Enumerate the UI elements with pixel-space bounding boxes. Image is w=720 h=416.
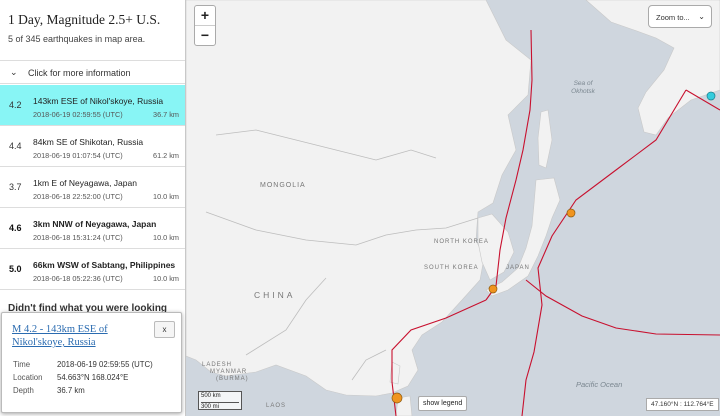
land-asia [186,0,532,397]
label-mongolia: MONGOLIA [260,182,306,189]
eq-depth: 10.0 km [153,274,179,283]
land-sakhalin [537,109,553,169]
more-info-label: Click for more information [28,68,131,78]
show-legend-button[interactable]: show legend [418,396,468,411]
feed-title: 1 Day, Magnitude 2.5+ U.S. [8,12,161,27]
feed-count: 5 of 345 earthquakes in map area. [8,34,146,44]
zoom-out-button[interactable]: − [195,26,215,46]
eq-time: 2018-06-18 22:52:00 (UTC) [33,192,123,201]
label-japan: JAPAN [506,265,530,271]
eq-place: 3km NNW of Neyagawa, Japan [33,219,157,229]
quake-marker-sabtang [391,392,403,404]
quake-marker-shikotan [566,208,576,218]
popup-time-label: Time [13,360,31,369]
chevron-down-icon: ⌄ [10,67,18,77]
eq-place: 1km E of Neyagawa, Japan [33,178,137,188]
popup-depth-label: Depth [13,386,34,395]
eq-place: 66km WSW of Sabtang, Philippines [33,260,176,270]
earthquake-popup: M 4.2 - 143km ESE of Nikol'skoye, Russia… [1,312,182,413]
label-pacific-ocean: Pacific Ocean [576,380,623,389]
map-canvas [186,0,720,416]
eq-depth: 61.2 km [153,151,179,160]
map-scale-bar: 500 km 300 mi [198,391,242,410]
eq-magnitude: 4.6 [9,223,22,233]
earthquake-list: 4.2 143km ESE of Nikol'skoye, Russia 201… [0,85,185,290]
label-china: CHINA [254,290,296,300]
more-info-toggle[interactable]: ⌄ Click for more information [0,60,185,84]
earthquake-item[interactable]: 4.4 84km SE of Shikotan, Russia 2018-06-… [0,126,185,167]
eq-depth: 10.0 km [153,192,179,201]
eq-time: 2018-06-18 05:22:36 (UTC) [33,274,123,283]
quake-marker-selected [706,91,716,101]
eq-magnitude: 4.4 [9,141,22,151]
eq-magnitude: 3.7 [9,182,22,192]
earthquake-item[interactable]: 4.6 3km NNW of Neyagawa, Japan 2018-06-1… [0,208,185,249]
popup-depth-value: 36.7 km [57,386,85,395]
zoom-to-label: Zoom to... [656,13,690,22]
label-laos: LAOS [266,403,287,409]
earthquake-item[interactable]: 3.7 1km E of Neyagawa, Japan 2018-06-18 … [0,167,185,208]
earthquake-item[interactable]: 4.2 143km ESE of Nikol'skoye, Russia 201… [0,85,185,126]
label-burma: (BURMA) [216,376,249,382]
popup-location-value: 54.663°N 168.024°E [57,373,129,382]
popup-title-link[interactable]: M 4.2 - 143km ESE of Nikol'skoye, Russia [12,323,142,349]
zoom-in-button[interactable]: + [195,6,215,26]
plate-boundary-ring [525,279,720,336]
label-myanmar: MYANMAR [210,369,248,375]
zoom-control: + − [194,5,216,46]
quake-marker-neyagawa [488,284,498,294]
zoom-to-select[interactable]: Zoom to... ⌄ [648,5,712,28]
scale-mi: 300 mi [201,402,239,410]
popup-location-label: Location [13,373,43,382]
eq-place: 143km ESE of Nikol'skoye, Russia [33,96,164,106]
label-bangladesh: LADESH [202,362,233,368]
eq-time: 2018-06-19 02:59:55 (UTC) [33,110,123,119]
eq-depth: 10.0 km [153,233,179,242]
popup-time-value: 2018-06-19 02:59:55 (UTC) [57,360,153,369]
map-view[interactable]: MONGOLIA CHINA NORTH KOREA SOUTH KOREA J… [186,0,720,416]
scale-km: 500 km [201,393,221,399]
earthquake-item[interactable]: 5.0 66km WSW of Sabtang, Philippines 201… [0,249,185,290]
eq-time: 2018-06-18 15:31:24 (UTC) [33,233,123,242]
coordinate-readout: 47.160°N : 112.764°E [646,398,719,411]
eq-magnitude: 5.0 [9,264,22,274]
eq-depth: 36.7 km [153,110,179,119]
label-sea-of-okhotsk: Sea of Okhotsk [571,80,595,95]
chevron-down-icon: ⌄ [698,12,705,21]
label-south-korea: SOUTH KOREA [424,265,479,271]
label-north-korea: NORTH KOREA [434,239,489,245]
close-button[interactable]: x [154,321,175,338]
eq-magnitude: 4.2 [9,100,22,110]
eq-place: 84km SE of Shikotan, Russia [33,137,144,147]
eq-time: 2018-06-19 01:07:54 (UTC) [33,151,123,160]
